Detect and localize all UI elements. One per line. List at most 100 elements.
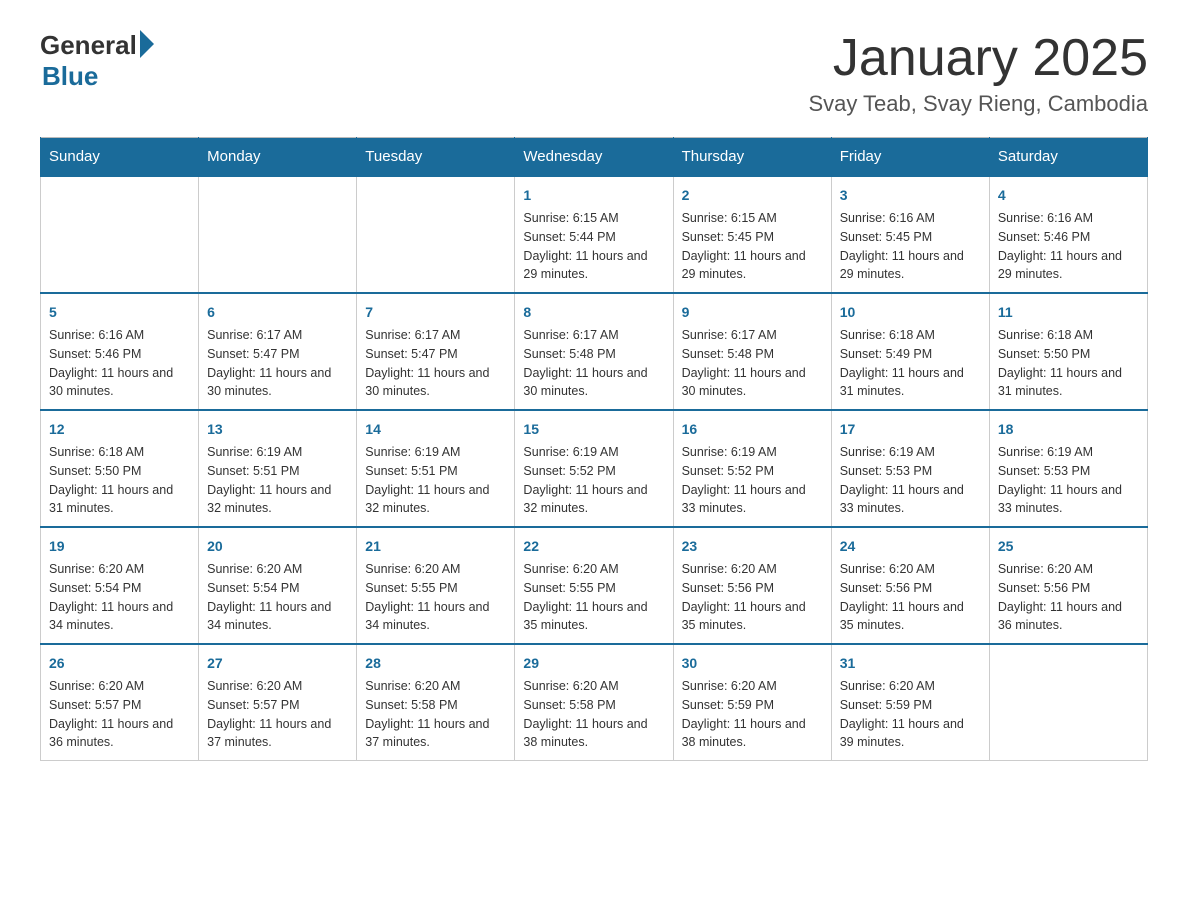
day-number: 25 (998, 536, 1139, 557)
day-info: Sunset: 5:45 PM (840, 228, 981, 247)
day-info: Sunset: 5:59 PM (682, 696, 823, 715)
day-info: Sunset: 5:53 PM (998, 462, 1139, 481)
day-info: Daylight: 11 hours and 39 minutes. (840, 715, 981, 753)
day-number: 6 (207, 302, 348, 323)
day-info: Daylight: 11 hours and 30 minutes. (207, 364, 348, 402)
day-number: 9 (682, 302, 823, 323)
day-info: Daylight: 11 hours and 29 minutes. (840, 247, 981, 285)
day-info: Sunrise: 6:20 AM (840, 560, 981, 579)
day-number: 16 (682, 419, 823, 440)
calendar-cell: 5Sunrise: 6:16 AMSunset: 5:46 PMDaylight… (41, 293, 199, 410)
calendar-cell: 15Sunrise: 6:19 AMSunset: 5:52 PMDayligh… (515, 410, 673, 527)
day-info: Sunset: 5:54 PM (49, 579, 190, 598)
day-number: 19 (49, 536, 190, 557)
day-info: Sunrise: 6:20 AM (682, 560, 823, 579)
calendar-cell: 31 Sunrise: 6:20 AMSunset: 5:59 PMDayligh… (831, 644, 989, 761)
day-info: Sunrise: 6:20 AM (840, 677, 981, 696)
day-info: Sunset: 5:58 PM (523, 696, 664, 715)
calendar-cell: 29 Sunrise: 6:20 AMSunset: 5:58 PMDayligh… (515, 644, 673, 761)
logo: General Blue (40, 30, 154, 92)
calendar-cell: 14Sunrise: 6:19 AMSunset: 5:51 PMDayligh… (357, 410, 515, 527)
calendar-table: SundayMondayTuesdayWednesdayThursdayFrid… (40, 137, 1148, 761)
day-info: Sunset: 5:58 PM (365, 696, 506, 715)
day-info: Sunrise: 6:20 AM (207, 560, 348, 579)
calendar-cell: 2 Sunrise: 6:15 AMSunset: 5:45 PMDaylight… (673, 176, 831, 293)
calendar-subtitle: Svay Teab, Svay Rieng, Cambodia (808, 91, 1148, 117)
day-info: Daylight: 11 hours and 38 minutes. (682, 715, 823, 753)
day-info: Sunset: 5:56 PM (998, 579, 1139, 598)
day-info: Sunrise: 6:17 AM (682, 326, 823, 345)
day-info: Daylight: 11 hours and 32 minutes. (365, 481, 506, 519)
calendar-cell: 8Sunrise: 6:17 AMSunset: 5:48 PMDaylight… (515, 293, 673, 410)
day-info: Sunset: 5:50 PM (998, 345, 1139, 364)
day-info: Sunset: 5:55 PM (365, 579, 506, 598)
day-info: Sunrise: 6:20 AM (49, 677, 190, 696)
day-number: 18 (998, 419, 1139, 440)
calendar-header-row: SundayMondayTuesdayWednesdayThursdayFrid… (41, 138, 1148, 177)
day-header-friday: Friday (831, 138, 989, 177)
calendar-week-3: 12Sunrise: 6:18 AMSunset: 5:50 PMDayligh… (41, 410, 1148, 527)
day-info: Sunrise: 6:17 AM (365, 326, 506, 345)
calendar-cell (357, 176, 515, 293)
calendar-cell: 1Sunrise: 6:15 AMSunset: 5:44 PMDaylight… (515, 176, 673, 293)
calendar-cell: 22Sunrise: 6:20 AMSunset: 5:55 PMDayligh… (515, 527, 673, 644)
day-info: Sunrise: 6:20 AM (682, 677, 823, 696)
calendar-cell: 26Sunrise: 6:20 AMSunset: 5:57 PMDayligh… (41, 644, 199, 761)
day-info: Sunrise: 6:20 AM (523, 677, 664, 696)
day-info: Sunset: 5:52 PM (523, 462, 664, 481)
logo-arrow-icon (140, 30, 154, 58)
day-number: 26 (49, 653, 190, 674)
calendar-cell (199, 176, 357, 293)
day-info: Daylight: 11 hours and 38 minutes. (523, 715, 664, 753)
day-info: Sunrise: 6:20 AM (365, 677, 506, 696)
day-info: Sunrise: 6:17 AM (207, 326, 348, 345)
day-info: Daylight: 11 hours and 34 minutes. (49, 598, 190, 636)
day-info: Daylight: 11 hours and 29 minutes. (998, 247, 1139, 285)
calendar-cell (41, 176, 199, 293)
calendar-week-1: 1Sunrise: 6:15 AMSunset: 5:44 PMDaylight… (41, 176, 1148, 293)
calendar-cell: 27Sunrise: 6:20 AMSunset: 5:57 PMDayligh… (199, 644, 357, 761)
day-number: 14 (365, 419, 506, 440)
calendar-cell: 20Sunrise: 6:20 AMSunset: 5:54 PMDayligh… (199, 527, 357, 644)
day-info: Sunset: 5:56 PM (840, 579, 981, 598)
day-header-tuesday: Tuesday (357, 138, 515, 177)
day-info: Daylight: 11 hours and 29 minutes. (523, 247, 664, 285)
day-info: Daylight: 11 hours and 35 minutes. (523, 598, 664, 636)
day-info: Sunrise: 6:15 AM (682, 209, 823, 228)
day-info: Daylight: 11 hours and 31 minutes. (49, 481, 190, 519)
day-info: Daylight: 11 hours and 35 minutes. (840, 598, 981, 636)
day-info: Daylight: 11 hours and 29 minutes. (682, 247, 823, 285)
calendar-cell: 17Sunrise: 6:19 AMSunset: 5:53 PMDayligh… (831, 410, 989, 527)
day-info: Sunset: 5:55 PM (523, 579, 664, 598)
calendar-cell: 25Sunrise: 6:20 AMSunset: 5:56 PMDayligh… (989, 527, 1147, 644)
day-info: Sunset: 5:59 PM (840, 696, 981, 715)
calendar-week-4: 19Sunrise: 6:20 AMSunset: 5:54 PMDayligh… (41, 527, 1148, 644)
day-number: 22 (523, 536, 664, 557)
day-header-saturday: Saturday (989, 138, 1147, 177)
day-number: 12 (49, 419, 190, 440)
day-info: Daylight: 11 hours and 30 minutes. (682, 364, 823, 402)
day-header-sunday: Sunday (41, 138, 199, 177)
calendar-cell: 24Sunrise: 6:20 AMSunset: 5:56 PMDayligh… (831, 527, 989, 644)
day-info: Sunrise: 6:18 AM (840, 326, 981, 345)
day-info: Sunset: 5:45 PM (682, 228, 823, 247)
day-info: Daylight: 11 hours and 31 minutes. (840, 364, 981, 402)
day-number: 4 (998, 185, 1139, 206)
day-info: Sunrise: 6:16 AM (998, 209, 1139, 228)
day-number: 31 (840, 653, 981, 674)
day-info: Daylight: 11 hours and 34 minutes. (365, 598, 506, 636)
day-info: Sunrise: 6:18 AM (49, 443, 190, 462)
day-info: Daylight: 11 hours and 35 minutes. (682, 598, 823, 636)
day-number: 29 (523, 653, 664, 674)
day-number: 2 (682, 185, 823, 206)
day-info: Sunrise: 6:16 AM (840, 209, 981, 228)
day-info: Sunrise: 6:20 AM (998, 560, 1139, 579)
calendar-title: January 2025 (808, 30, 1148, 87)
calendar-cell: 7Sunrise: 6:17 AMSunset: 5:47 PMDaylight… (357, 293, 515, 410)
day-info: Sunrise: 6:20 AM (207, 677, 348, 696)
day-info: Daylight: 11 hours and 37 minutes. (365, 715, 506, 753)
calendar-cell: 10Sunrise: 6:18 AMSunset: 5:49 PMDayligh… (831, 293, 989, 410)
calendar-cell: 3Sunrise: 6:16 AMSunset: 5:45 PMDaylight… (831, 176, 989, 293)
day-info: Sunset: 5:57 PM (207, 696, 348, 715)
calendar-cell: 13Sunrise: 6:19 AMSunset: 5:51 PMDayligh… (199, 410, 357, 527)
